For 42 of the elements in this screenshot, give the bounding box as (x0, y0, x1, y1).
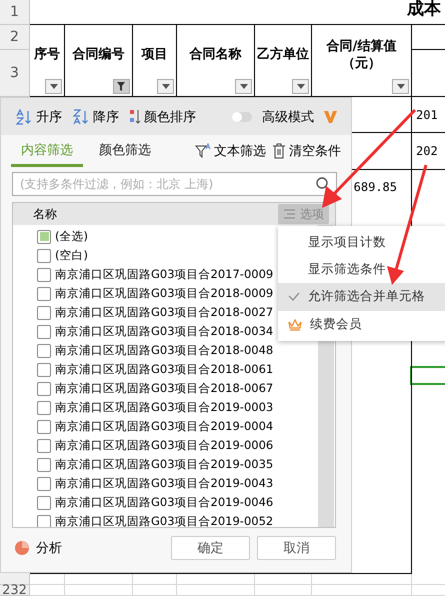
list-item[interactable]: 南京浦口区巩固路G03项目合2018-0009 (55, 286, 274, 301)
list-item[interactable]: 南京浦口区巩固路G03项目合2018-0061 (55, 362, 274, 377)
table-cell: 202 (412, 133, 445, 170)
list-item[interactable]: 南京浦口区巩固路G03项目合2018-0027 (55, 305, 274, 320)
list-item[interactable]: 南京浦口区巩固路G03项目合2019-0046 (55, 495, 274, 510)
row-header: 1 (0, 0, 30, 25)
column-header: 合同编号 (72, 47, 124, 64)
list-item[interactable]: 南京浦口区巩固路G03项目合2017-0009 (55, 267, 274, 282)
sort-ascending-button[interactable]: 升序 (15, 108, 62, 126)
cancel-button[interactable]: 取消 (257, 536, 336, 560)
column-header: 项目 (142, 47, 168, 64)
list-item[interactable]: 南京浦口区巩固路G03项目合2019-0052 (55, 514, 274, 527)
row-header: 2 (0, 25, 30, 50)
clear-conditions-button[interactable]: 清空条件 (272, 142, 341, 160)
column-label: 名称 (33, 206, 57, 222)
column-header: 合同名称 (190, 47, 242, 64)
column-header: 序号 (34, 47, 60, 64)
list-item[interactable]: 南京浦口区巩固路G03项目合2019-0043 (55, 476, 274, 491)
analysis-link[interactable]: 分析 (36, 539, 62, 557)
search-box[interactable]: (支持多条件过滤，例如：北京 上海) (12, 172, 337, 196)
list-item[interactable]: (空白) (55, 248, 88, 263)
toggle-label: 高级模式 (262, 108, 314, 126)
row-header: 3 (0, 50, 30, 97)
list-item[interactable]: 南京浦口区巩固路G03项目合2018-0034 (55, 324, 274, 339)
table-cell: 201 (412, 97, 445, 133)
sort-descending-button[interactable]: 降序 (72, 108, 119, 126)
text-filter-button[interactable]: 文本筛选 (195, 142, 266, 160)
list-item[interactable]: 南京浦口区巩固路G03项目合2018-0067 (55, 381, 274, 396)
menu-item[interactable]: 允许筛选合并单元格 (278, 283, 445, 310)
list-item[interactable]: 南京浦口区巩固路G03项目合2019-0035 (55, 457, 274, 472)
color-sort-button[interactable]: 颜色排序 (129, 108, 196, 126)
list-item[interactable]: 南京浦口区巩固路G03项目合2019-0004 (55, 419, 274, 434)
list-item[interactable]: (全选) (55, 229, 88, 244)
list-item[interactable]: 南京浦口区巩固路G03项目合2018-0048 (55, 343, 274, 358)
list-item[interactable]: 南京浦口区巩固路G03项目合2019-0003 (55, 400, 274, 415)
tab[interactable]: 颜色筛选 (89, 135, 161, 167)
list-item[interactable]: 南京浦口区巩固路G03项目合2019-0006 (55, 438, 274, 453)
column-header: 合同/结算值（元） (325, 39, 398, 72)
sheet-title: 成本 (407, 0, 441, 20)
row-header: 232 (0, 585, 30, 596)
column-header: 乙方单位 (257, 47, 309, 64)
ok-button[interactable]: 确定 (171, 536, 250, 560)
